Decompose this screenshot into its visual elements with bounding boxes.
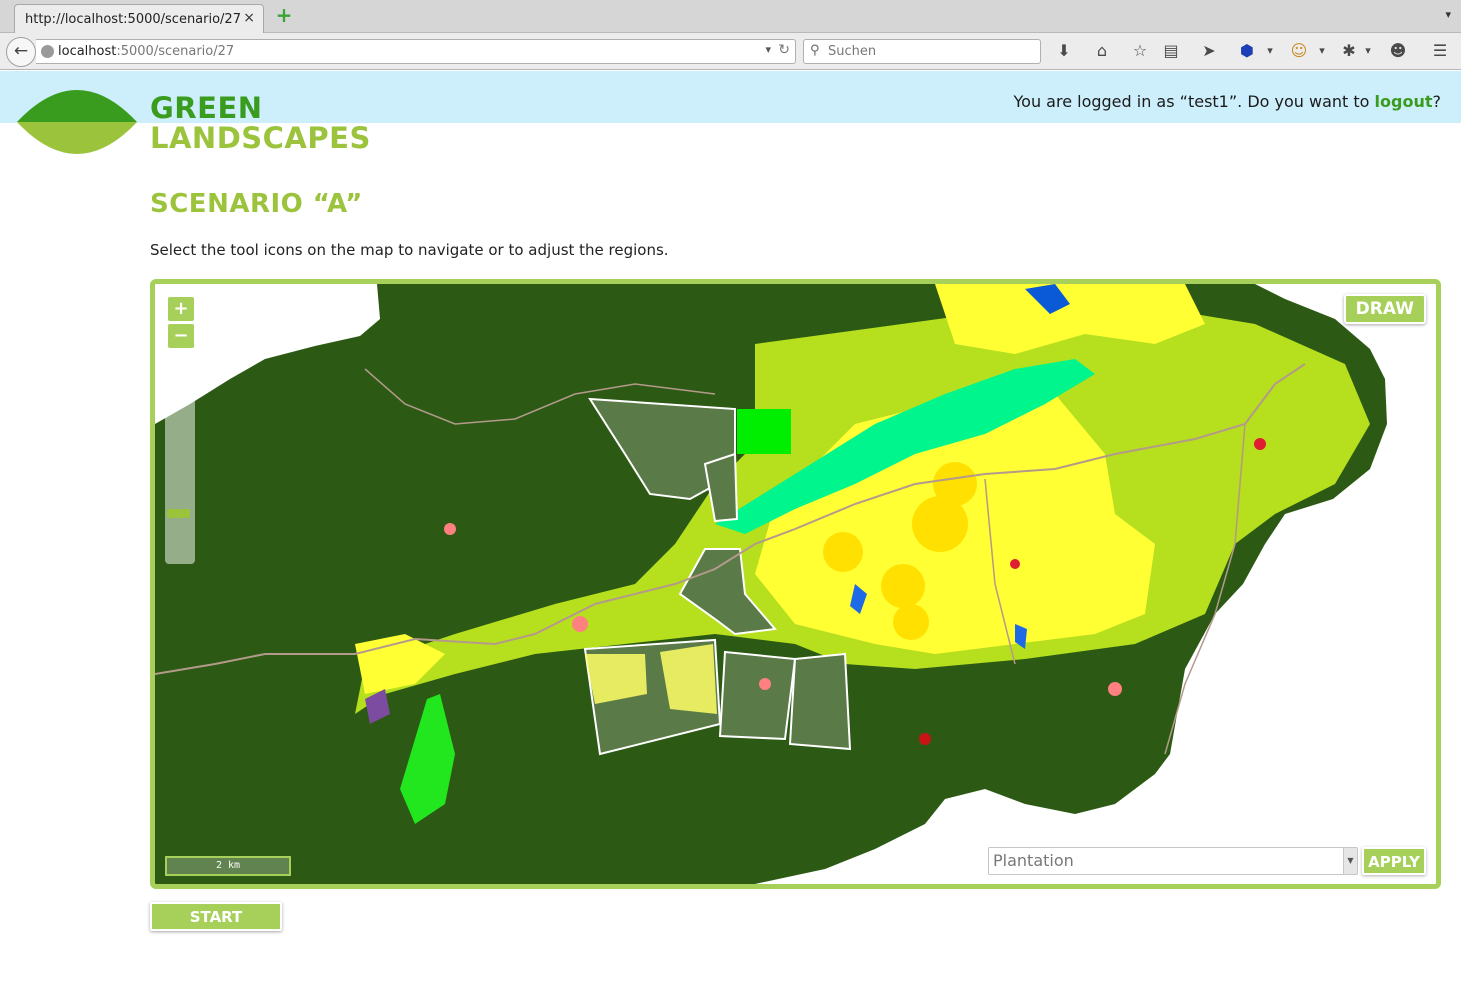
greasemonkey-menu-icon[interactable]: ▾ — [1311, 41, 1333, 61]
selected-region — [788, 652, 852, 751]
url-host: localhost — [58, 44, 117, 59]
close-tab-icon[interactable]: × — [243, 10, 255, 26]
zoom-in-button[interactable]: + — [168, 297, 194, 321]
adblock-menu-icon[interactable]: ▾ — [1259, 41, 1281, 61]
selected-region — [718, 650, 797, 741]
zoom-controls: + − — [165, 294, 197, 356]
crop-circle — [893, 604, 929, 640]
search-input[interactable]: ⚲ Suchen — [803, 39, 1041, 64]
download-icon[interactable]: ⬇ — [1053, 41, 1075, 61]
send-icon[interactable]: ➤ — [1198, 41, 1220, 61]
scale-bar: 2 km — [165, 856, 291, 876]
browser-tab-strip: http://localhost:5000/scenario/27 × + ▾ — [0, 0, 1461, 33]
chevron-down-icon[interactable]: ▼ — [1343, 848, 1357, 874]
apply-button[interactable]: APPLY — [1362, 847, 1426, 875]
scenario-map[interactable]: + − DRAW 2 km Plantation ▼ APPLY — [150, 279, 1441, 889]
login-status: You are logged in as “test1”. Do you wan… — [1014, 92, 1442, 111]
instructions-text: Select the tool icons on the map to navi… — [150, 241, 669, 259]
browser-tab[interactable]: http://localhost:5000/scenario/27 × — [14, 4, 264, 33]
settlement — [1108, 682, 1122, 696]
crop-circle — [823, 532, 863, 572]
logo-line2: LANDSCAPES — [150, 121, 371, 155]
settlement — [919, 733, 931, 745]
bookmark-star-icon[interactable]: ☆ — [1129, 41, 1151, 61]
settlement — [1010, 559, 1020, 569]
hamburger-menu-icon[interactable]: ☰ — [1429, 41, 1451, 61]
settlement — [759, 678, 771, 690]
landcover-selected-value: Plantation — [993, 851, 1074, 870]
url-history-dropdown-icon[interactable]: ▾ — [765, 43, 771, 56]
tab-title: http://localhost:5000/scenario/27 — [25, 12, 241, 27]
draw-button[interactable]: DRAW — [1343, 294, 1426, 324]
url-bar[interactable]: localhost:5000/scenario/27 ▾ ↻ — [36, 39, 796, 64]
globe-icon — [41, 45, 54, 58]
crop-circle — [881, 564, 925, 608]
back-arrow-icon: ← — [13, 41, 29, 61]
zoom-slider[interactable] — [165, 359, 195, 564]
crop-circle — [912, 496, 968, 552]
browser-navbar: ← localhost:5000/scenario/27 ▾ ↻ ⚲ Suche… — [0, 33, 1461, 70]
zoom-slider-handle[interactable] — [167, 509, 190, 518]
addon-menu-icon[interactable]: ▾ — [1357, 41, 1379, 61]
logout-link[interactable]: logout — [1375, 92, 1433, 111]
landcover-map[interactable] — [155, 284, 1436, 884]
settlement — [572, 616, 588, 632]
page-title: SCENARIO “A” — [150, 189, 363, 219]
adblock-icon[interactable]: ⬢ — [1236, 41, 1258, 61]
logo-leaf-icon — [17, 90, 137, 154]
search-placeholder: Suchen — [828, 44, 877, 59]
logo-text[interactable]: GREEN LANDSCAPES — [150, 93, 371, 153]
new-tab-button[interactable]: + — [274, 5, 294, 25]
logo-line1: GREEN — [150, 91, 263, 125]
meadow-patch — [737, 409, 791, 454]
landcover-select[interactable]: Plantation ▼ — [988, 847, 1358, 875]
chat-icon[interactable]: ☻ — [1387, 41, 1409, 61]
back-button[interactable]: ← — [6, 37, 36, 67]
login-suffix: ? — [1432, 92, 1442, 111]
settlement — [1254, 438, 1266, 450]
start-models-button[interactable]: START MODELS — [150, 902, 282, 953]
zoom-out-button[interactable]: − — [168, 324, 194, 348]
settlement — [444, 523, 456, 535]
home-icon[interactable]: ⌂ — [1091, 41, 1113, 61]
reload-icon[interactable]: ↻ — [778, 42, 790, 58]
url-path: :5000/scenario/27 — [116, 44, 235, 59]
login-prefix: You are logged in as “test1”. Do you wan… — [1013, 92, 1375, 111]
tab-list-icon[interactable]: ▾ — [1445, 8, 1451, 21]
greasemonkey-icon[interactable]: ☺ — [1288, 41, 1310, 61]
search-icon: ⚲ — [810, 43, 820, 58]
reader-list-icon[interactable]: ▤ — [1160, 41, 1182, 61]
